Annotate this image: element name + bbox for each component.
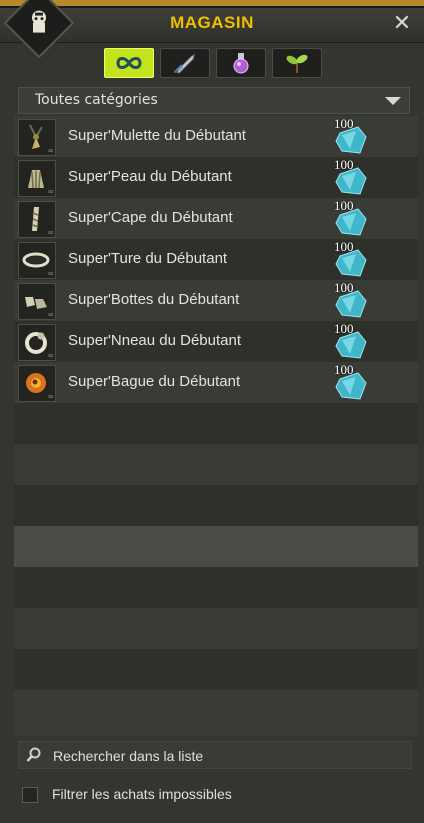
link-icon: ∞ <box>47 187 54 196</box>
list-item[interactable]: ∞ Super'Ture du Débutant 100 <box>14 239 418 280</box>
item-name: Super'Bottes du Débutant <box>68 291 240 308</box>
list-item[interactable]: ∞ Super'Nneau du Débutant 100 <box>14 321 418 362</box>
category-dropdown[interactable]: Toutes catégories <box>18 87 410 114</box>
item-price: 100 <box>334 362 374 402</box>
tab-consumables[interactable] <box>216 48 266 78</box>
item-price: 100 <box>334 157 374 197</box>
tab-equipment[interactable] <box>160 48 210 78</box>
empty-row <box>14 444 418 485</box>
close-button[interactable]: ✕ <box>390 12 414 36</box>
hat-icon: ∞ <box>18 160 56 197</box>
item-name: Super'Mulette du Débutant <box>68 127 246 144</box>
item-name: Super'Bague du Débutant <box>68 373 241 390</box>
link-icon: ∞ <box>47 351 54 360</box>
shop-window: MAGASIN ✕ Toutes catégories ∞ Super'Mule… <box>0 0 424 823</box>
crystal-icon <box>335 208 367 236</box>
item-name: Super'Nneau du Débutant <box>68 332 241 349</box>
empty-row <box>14 567 418 608</box>
item-price: 100 <box>334 116 374 156</box>
empty-row <box>14 690 418 736</box>
potion-icon <box>233 53 249 74</box>
item-price: 100 <box>334 321 374 361</box>
empty-row <box>14 403 418 444</box>
boots-icon: ∞ <box>18 283 56 320</box>
amulet-icon: ∞ <box>18 119 56 156</box>
empty-row <box>14 526 418 567</box>
item-price: 100 <box>334 239 374 279</box>
link-icon: ∞ <box>47 228 54 237</box>
item-price: 100 <box>334 198 374 238</box>
crystal-icon <box>335 126 367 154</box>
crystal-icon <box>335 331 367 359</box>
crystal-icon <box>335 167 367 195</box>
list-item[interactable]: ∞ Super'Bottes du Débutant 100 <box>14 280 418 321</box>
crystal-icon <box>335 249 367 277</box>
ring-gold-icon: ∞ <box>18 365 56 402</box>
empty-row <box>14 608 418 649</box>
item-price: 100 <box>334 280 374 320</box>
item-name: Super'Cape du Débutant <box>68 209 233 226</box>
sword-icon <box>174 53 195 74</box>
item-name: Super'Ture du Débutant <box>68 250 228 267</box>
belt-icon: ∞ <box>18 242 56 279</box>
empty-row <box>14 649 418 690</box>
crystal-icon <box>335 290 367 318</box>
item-list: ∞ Super'Mulette du Débutant 100 ∞ Super'… <box>14 116 418 736</box>
link-icon: ∞ <box>47 310 54 319</box>
item-name: Super'Peau du Débutant <box>68 168 232 185</box>
tab-resources[interactable] <box>272 48 322 78</box>
list-item[interactable]: ∞ Super'Mulette du Débutant 100 <box>14 116 418 157</box>
link-icon: ∞ <box>47 146 54 155</box>
empty-row <box>14 485 418 526</box>
filter-label: Filtrer les achats impossibles <box>52 786 232 802</box>
filter-checkbox[interactable] <box>22 787 38 803</box>
list-item[interactable]: ∞ Super'Cape du Débutant 100 <box>14 198 418 239</box>
sprout-icon <box>286 54 308 73</box>
tab-all[interactable] <box>104 48 154 78</box>
list-item[interactable]: ∞ Super'Peau du Débutant 100 <box>14 157 418 198</box>
crystal-icon <box>335 372 367 400</box>
link-icon: ∞ <box>47 392 54 401</box>
search-icon <box>26 747 41 762</box>
category-selected: Toutes catégories <box>35 92 158 108</box>
ring-icon: ∞ <box>18 324 56 361</box>
chevron-down-icon <box>385 97 401 105</box>
infinity-icon <box>116 57 142 69</box>
link-icon: ∞ <box>47 269 54 278</box>
cape-icon: ∞ <box>18 201 56 238</box>
search-input[interactable] <box>51 745 405 767</box>
list-item[interactable]: ∞ Super'Bague du Débutant 100 <box>14 362 418 403</box>
search-field[interactable] <box>18 741 412 769</box>
